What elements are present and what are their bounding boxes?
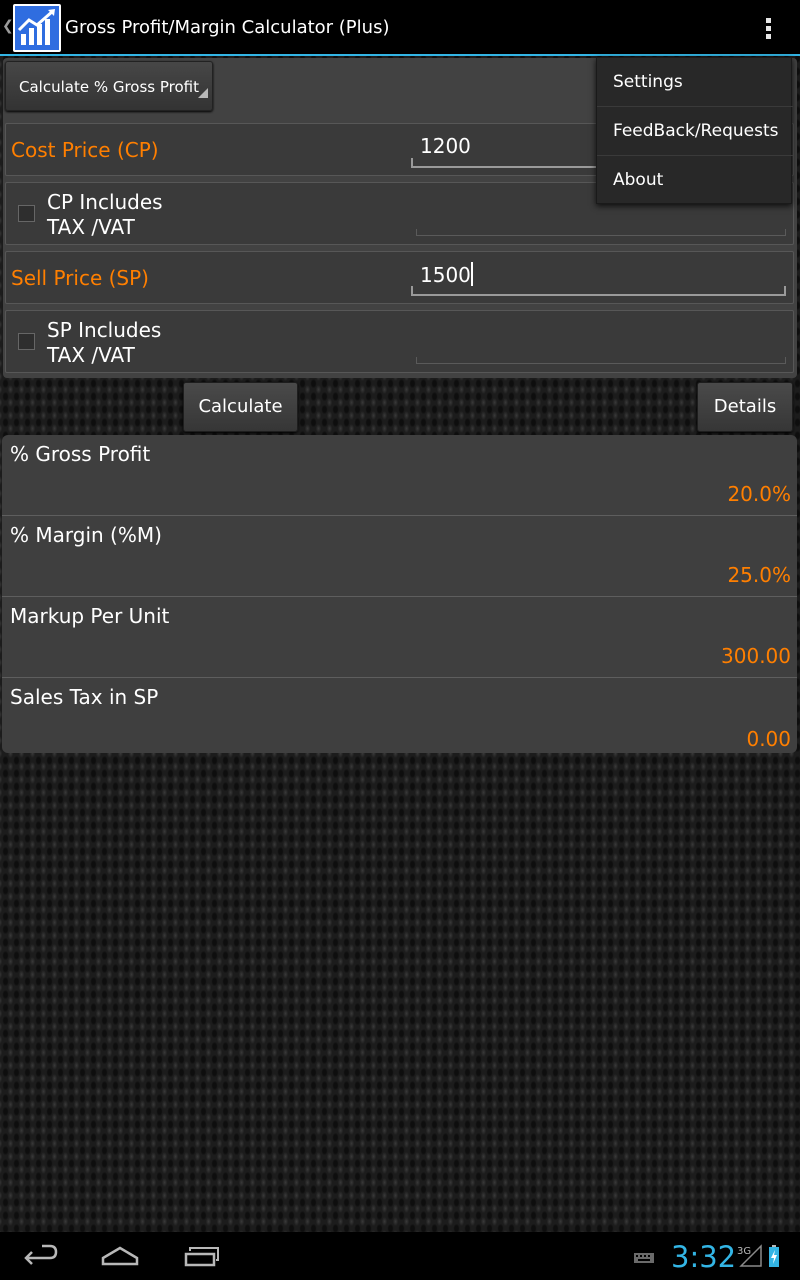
sp-tax-label-line1: SP Includes bbox=[47, 318, 162, 342]
navigation-bar: 3:32 3G bbox=[0, 1232, 800, 1280]
sp-tax-label-line2: TAX /VAT bbox=[47, 343, 135, 367]
sell-price-text: 1500 bbox=[420, 263, 471, 287]
cost-price-label: Cost Price (CP) bbox=[11, 138, 159, 162]
sp-tax-input[interactable] bbox=[416, 334, 786, 364]
gross-profit-value: 20.0% bbox=[727, 482, 791, 506]
gross-profit-label: % Gross Profit bbox=[10, 442, 151, 466]
markup-value: 300.00 bbox=[721, 644, 791, 668]
bar-chart-trend-icon[interactable] bbox=[13, 4, 61, 52]
back-icon[interactable] bbox=[20, 1232, 60, 1280]
sp-tax-checkbox[interactable] bbox=[18, 333, 35, 350]
sp-tax-row: SP Includes TAX /VAT bbox=[5, 310, 794, 373]
network-type: 3G bbox=[737, 1246, 751, 1257]
menu-item-settings[interactable]: Settings bbox=[597, 58, 793, 107]
calculate-button[interactable]: Calculate bbox=[183, 382, 298, 432]
result-row: % Margin (%M) 25.0% bbox=[2, 516, 797, 597]
sales-tax-value: 0.00 bbox=[746, 727, 791, 751]
spinner-selected-value: Calculate % Gross Profit bbox=[19, 78, 200, 96]
margin-value: 25.0% bbox=[727, 563, 791, 587]
text-cursor bbox=[470, 262, 473, 286]
app-title: Gross Profit/Margin Calculator (Plus) bbox=[65, 17, 390, 38]
home-icon[interactable] bbox=[100, 1232, 140, 1280]
battery-charging-icon bbox=[769, 1245, 779, 1267]
result-row: Markup Per Unit 300.00 bbox=[2, 597, 797, 678]
result-row: Sales Tax in SP 0.00 bbox=[2, 678, 797, 753]
calculation-mode-spinner[interactable]: Calculate % Gross Profit bbox=[5, 61, 213, 111]
results-card: % Gross Profit 20.0% % Margin (%M) 25.0%… bbox=[2, 435, 797, 753]
overflow-menu-icon[interactable] bbox=[758, 14, 780, 42]
sell-price-value: 1500 bbox=[420, 262, 473, 287]
menu-item-label: About bbox=[613, 170, 664, 190]
keyboard-icon bbox=[634, 1253, 654, 1263]
recent-apps-icon[interactable] bbox=[182, 1232, 222, 1280]
spinner-corner-icon bbox=[198, 88, 208, 98]
sell-price-label: Sell Price (SP) bbox=[11, 266, 149, 290]
cp-tax-input[interactable] bbox=[416, 206, 786, 236]
margin-label: % Margin (%M) bbox=[10, 523, 162, 547]
sales-tax-label: Sales Tax in SP bbox=[10, 685, 159, 709]
cp-tax-label: CP Includes TAX /VAT bbox=[47, 190, 163, 240]
menu-item-label: Settings bbox=[613, 72, 683, 92]
markup-label: Markup Per Unit bbox=[10, 604, 170, 628]
action-bar: ❮ Gross Profit/Margin Calculator (Plus) bbox=[0, 0, 800, 56]
menu-item-label: FeedBack/Requests bbox=[613, 121, 779, 141]
menu-item-about[interactable]: About bbox=[597, 156, 793, 205]
cp-tax-label-line1: CP Includes bbox=[47, 190, 163, 214]
sp-tax-label: SP Includes TAX /VAT bbox=[47, 318, 161, 368]
sell-price-input[interactable]: 1500 bbox=[411, 256, 786, 296]
cp-tax-label-line2: TAX /VAT bbox=[47, 215, 135, 239]
signal-icon: 3G bbox=[737, 1244, 762, 1267]
sell-price-row: Sell Price (SP) 1500 bbox=[5, 251, 794, 304]
cp-tax-checkbox[interactable] bbox=[18, 205, 35, 222]
clock: 3:32 bbox=[671, 1240, 737, 1274]
result-row: % Gross Profit 20.0% bbox=[2, 435, 797, 516]
up-caret-icon[interactable]: ❮ bbox=[2, 18, 14, 34]
menu-item-feedback[interactable]: FeedBack/Requests bbox=[597, 107, 793, 156]
details-button[interactable]: Details bbox=[697, 382, 793, 432]
cost-price-value: 1200 bbox=[420, 134, 471, 158]
overflow-menu: Settings FeedBack/Requests About bbox=[596, 57, 793, 205]
